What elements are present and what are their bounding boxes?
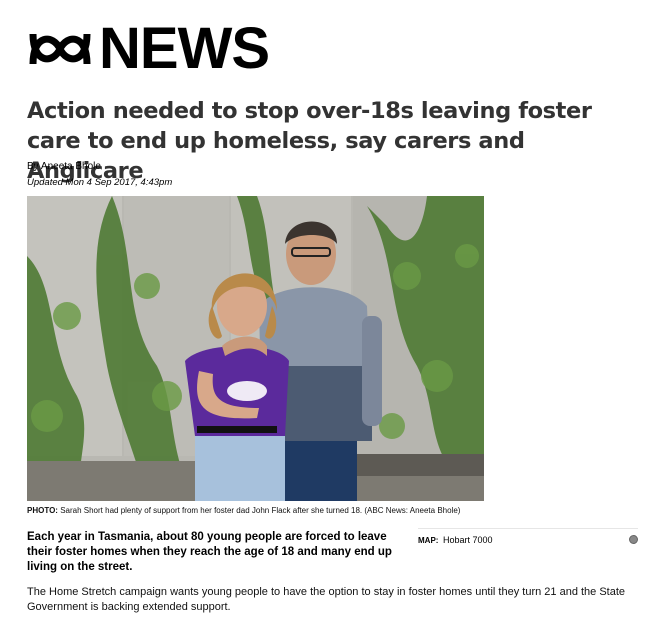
abc-logo-icon[interactable]: [27, 24, 93, 74]
updated-timestamp: Updated Mon 4 Sep 2017, 4:43pm: [27, 177, 173, 188]
body-paragraph: The Home Stretch campaign wants young pe…: [27, 586, 626, 613]
map-label: MAP:: [418, 536, 439, 545]
lead-paragraph: Each year in Tasmania, about 80 young pe…: [27, 531, 392, 573]
masthead: NEWS: [27, 20, 270, 78]
photo-caption-label: PHOTO:: [27, 506, 58, 515]
article-headline: Action needed to stop over-18s leaving f…: [27, 98, 592, 184]
byline: By Aneeta Bhole: [27, 161, 101, 172]
map-toggle-icon[interactable]: [629, 535, 638, 544]
brand-wordmark[interactable]: NEWS: [99, 20, 270, 78]
map-widget[interactable]: MAP: Hobart 7000: [418, 528, 638, 548]
photo-credit: (ABC News: Aneeta Bhole): [364, 506, 461, 515]
map-location[interactable]: Hobart 7000: [443, 535, 493, 545]
article-photo[interactable]: [27, 196, 484, 501]
photo-caption: PHOTO: Sarah Short had plenty of support…: [27, 506, 460, 515]
photo-caption-text: Sarah Short had plenty of support from h…: [60, 506, 363, 515]
photo-illustration: [27, 196, 484, 501]
